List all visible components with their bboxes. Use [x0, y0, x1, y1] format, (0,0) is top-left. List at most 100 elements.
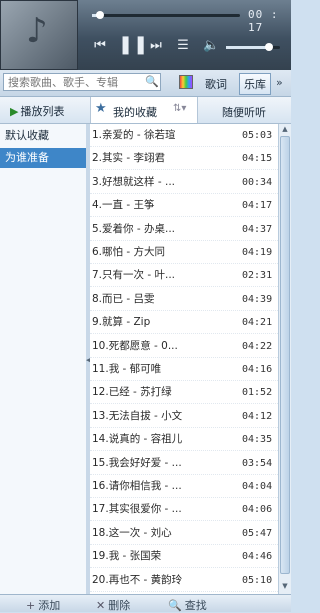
song-title: 3.好想就这样 - ...	[92, 175, 175, 188]
playlist-item-selected[interactable]: 为谁准备	[0, 148, 86, 168]
add-label: 添加	[38, 599, 61, 612]
song-row[interactable]: 18.这一次 - 刘心 05:47	[90, 522, 278, 545]
elapsed-time: 00 : 17	[248, 8, 279, 34]
song-title: 10.死都愿意 - 0...	[92, 339, 178, 352]
star-icon: ★	[95, 101, 107, 116]
song-title: 12.已经 - 苏打绿	[92, 386, 172, 399]
song-duration: 04:21	[242, 317, 273, 329]
song-duration: 05:03	[242, 130, 273, 141]
song-duration: 05:10	[242, 574, 273, 586]
song-title: 18.这一次 - 刘心	[92, 526, 172, 539]
song-duration: 04:12	[242, 410, 273, 422]
song-title: 2.其实 - 李翊君	[92, 152, 165, 165]
song-row[interactable]: 15.我会好好爱 - ... 03:54	[90, 452, 278, 475]
song-duration: 00:34	[242, 176, 273, 188]
song-row[interactable]: 13.无法自拔 - 小文 04:12	[90, 405, 278, 428]
song-row[interactable]: 10.死都愿意 - 0... 04:22	[90, 335, 278, 358]
song-title: 7.只有一次 - 叶...	[92, 269, 175, 282]
song-row[interactable]: 3.好想就这样 - ... 00:34	[90, 171, 278, 194]
song-row[interactable]: 20.再也不 - 黄韵玲 05:10	[90, 569, 278, 592]
play-triangle-icon: ▶	[10, 105, 19, 118]
sort-icon[interactable]: ⇅▾	[173, 103, 186, 114]
tab-favorites[interactable]: ★ 我的收藏 ⇅▾	[90, 97, 198, 123]
song-title: 17.其实很爱你 - ...	[92, 503, 182, 516]
volume-fill	[226, 46, 270, 49]
volume-handle[interactable]	[265, 43, 274, 51]
tab-favorites-label: 我的收藏	[113, 106, 157, 119]
tab-bar: ▶ 播放列表 ★ 我的收藏 ⇅▾ 随便听听	[0, 97, 291, 124]
song-title: 19.我 - 张国荣	[92, 550, 162, 563]
search-icon[interactable]: 🔍	[145, 75, 159, 89]
player-panel: ♪ 00 : 17 ⏮ ❚❚ ⏭ ☰ 🔈	[0, 0, 291, 70]
song-row[interactable]: 16.请你相信我 - ... 04:04	[90, 475, 278, 498]
menu-icon[interactable]: ☰	[176, 38, 190, 53]
tab-playlist-label: 播放列表	[20, 105, 65, 118]
song-title: 20.再也不 - 黄韵玲	[92, 573, 183, 586]
search-input[interactable]	[3, 73, 161, 91]
scroll-thumb[interactable]	[280, 136, 290, 574]
x-icon: ✕	[96, 599, 106, 612]
song-row[interactable]: 9.就算 - Zip 04:21	[90, 311, 278, 335]
song-title: 16.请你相信我 - ...	[92, 480, 182, 492]
lyrics-button[interactable]: 歌词	[205, 76, 227, 92]
more-icon[interactable]: »	[276, 76, 283, 89]
song-duration: 04:35	[242, 434, 273, 446]
scroll-down-icon[interactable]: ▼	[280, 582, 290, 590]
previous-icon[interactable]: ⏮	[92, 38, 108, 53]
playlist-sidebar: 默认收藏 为谁准备	[0, 124, 87, 594]
progress-slider[interactable]	[92, 11, 240, 19]
song-title: 8.而已 - 吕雯	[92, 292, 155, 305]
song-row[interactable]: 14.说真的 - 容祖儿 04:35	[90, 428, 278, 452]
skin-icon[interactable]	[179, 75, 193, 89]
song-duration: 04:17	[242, 200, 273, 212]
scrollbar[interactable]: ▲ ▼	[278, 124, 291, 594]
song-duration: 01:52	[242, 387, 273, 399]
song-duration: 04:19	[242, 247, 273, 258]
song-duration: 02:31	[242, 270, 273, 282]
song-duration: 04:15	[242, 153, 273, 165]
tab-random[interactable]: 随便听听	[222, 104, 266, 120]
song-duration: 04:46	[242, 551, 273, 563]
song-title: 9.就算 - Zip	[92, 316, 151, 329]
song-title: 11.我 - 郁可唯	[92, 363, 162, 375]
song-row[interactable]: 11.我 - 郁可唯 04:16	[90, 358, 278, 381]
library-button[interactable]: 乐库	[239, 73, 271, 95]
next-icon[interactable]: ⏭	[148, 38, 164, 53]
song-title: 15.我会好好爱 - ...	[92, 456, 182, 469]
playlist-item[interactable]: 默认收藏	[0, 126, 86, 146]
bottom-toolbar: + 添加 ✕ 删除 🔍 查找	[0, 594, 291, 612]
song-title: 14.说真的 - 容祖儿	[92, 433, 183, 446]
song-duration: 05:47	[242, 527, 273, 539]
song-row[interactable]: 4.一直 - 王筝 04:17	[90, 194, 278, 218]
song-row[interactable]: 1.亲爱的 - 徐若瑄 05:03	[90, 124, 278, 147]
progress-handle[interactable]	[96, 11, 105, 19]
song-title: 13.无法自拔 - 小文	[92, 409, 183, 422]
song-duration: 04:16	[242, 364, 273, 375]
song-row[interactable]: 19.我 - 张国荣 04:46	[90, 545, 278, 569]
song-duration: 04:04	[242, 481, 273, 492]
song-title: 5.爱着你 - 办桌...	[92, 222, 175, 235]
song-row[interactable]: 8.而已 - 吕雯 04:39	[90, 288, 278, 311]
pause-icon[interactable]: ❚❚	[118, 34, 148, 55]
find-label: 查找	[184, 599, 207, 612]
song-list: 1.亲爱的 - 徐若瑄 05:03 2.其实 - 李翊君 04:15 3.好想就这样 -…	[90, 124, 278, 594]
song-row[interactable]: 7.只有一次 - 叶... 02:31	[90, 264, 278, 288]
song-row[interactable]: 17.其实很爱你 - ... 04:06	[90, 498, 278, 522]
tab-playlist[interactable]: ▶ 播放列表	[10, 103, 64, 119]
scroll-up-icon[interactable]: ▲	[280, 125, 290, 133]
song-row[interactable]: 6.哪怕 - 方大同 04:19	[90, 241, 278, 264]
song-title: 6.哪怕 - 方大同	[92, 246, 165, 258]
song-row[interactable]: 2.其实 - 李翊君 04:15	[90, 147, 278, 171]
album-art: ♪	[0, 0, 78, 70]
magnifier-icon: 🔍	[168, 599, 182, 612]
song-title: 1.亲爱的 - 徐若瑄	[92, 129, 176, 141]
song-duration: 03:54	[242, 457, 273, 469]
plus-icon: +	[26, 599, 36, 612]
volume-slider[interactable]	[226, 43, 280, 51]
song-duration: 04:37	[242, 223, 273, 235]
song-duration: 04:22	[242, 340, 273, 352]
song-row[interactable]: 5.爱着你 - 办桌... 04:37	[90, 218, 278, 241]
song-row[interactable]: 12.已经 - 苏打绿 01:52	[90, 381, 278, 405]
song-title: 4.一直 - 王筝	[92, 199, 155, 212]
volume-icon[interactable]: 🔈	[203, 38, 219, 53]
